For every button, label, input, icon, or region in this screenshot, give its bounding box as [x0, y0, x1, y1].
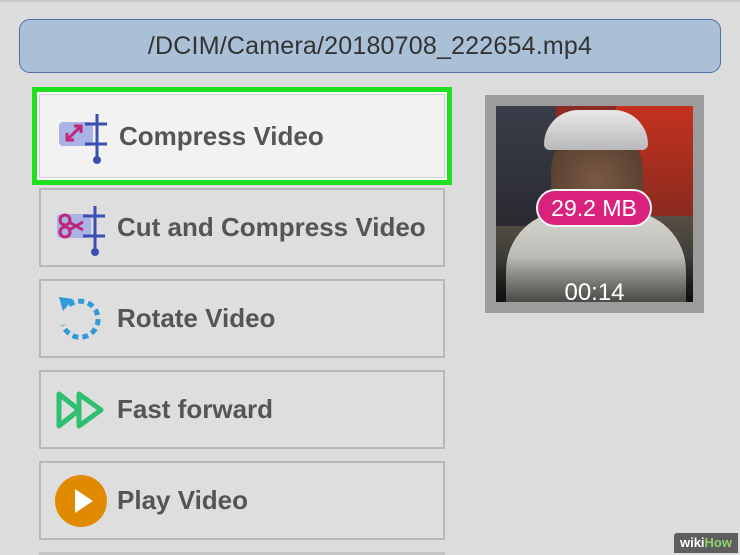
- play-icon: [55, 474, 107, 527]
- fast-forward-icon: [56, 391, 104, 428]
- compress-video-label: Compress Video: [119, 120, 324, 151]
- cut-compress-video-label: Cut and Compress Video: [117, 212, 426, 242]
- wikihow-watermark: wikiHow: [673, 533, 738, 553]
- fast-forward-button[interactable]: Fast forward: [39, 370, 445, 449]
- video-thumbnail[interactable]: 29.2 MB 00:14: [496, 106, 693, 302]
- file-path-bar: /DCIM/Camera/20180708_222654.mp4: [19, 19, 721, 73]
- cut-compress-video-button[interactable]: Cut and Compress Video: [39, 188, 445, 267]
- top-divider: [0, 0, 740, 2]
- file-size-text: 29.2 MB: [551, 194, 637, 221]
- cut-compress-icon: [57, 205, 105, 256]
- compress-icon: [59, 114, 107, 164]
- play-video-label: Play Video: [117, 485, 249, 515]
- file-path-text: /DCIM/Camera/20180708_222654.mp4: [147, 31, 593, 60]
- play-video-button[interactable]: Play Video: [39, 461, 445, 540]
- video-duration: 00:14: [564, 279, 625, 302]
- rotate-video-button[interactable]: Rotate Video: [39, 279, 445, 358]
- fast-forward-label: Fast forward: [117, 394, 274, 424]
- rotate-video-label: Rotate Video: [117, 303, 276, 333]
- video-thumbnail-frame[interactable]: 29.2 MB 00:14: [485, 95, 704, 313]
- file-size-badge: 29.2 MB: [536, 189, 652, 227]
- compress-video-button[interactable]: Compress Video: [32, 87, 452, 185]
- rotate-icon: [59, 296, 101, 340]
